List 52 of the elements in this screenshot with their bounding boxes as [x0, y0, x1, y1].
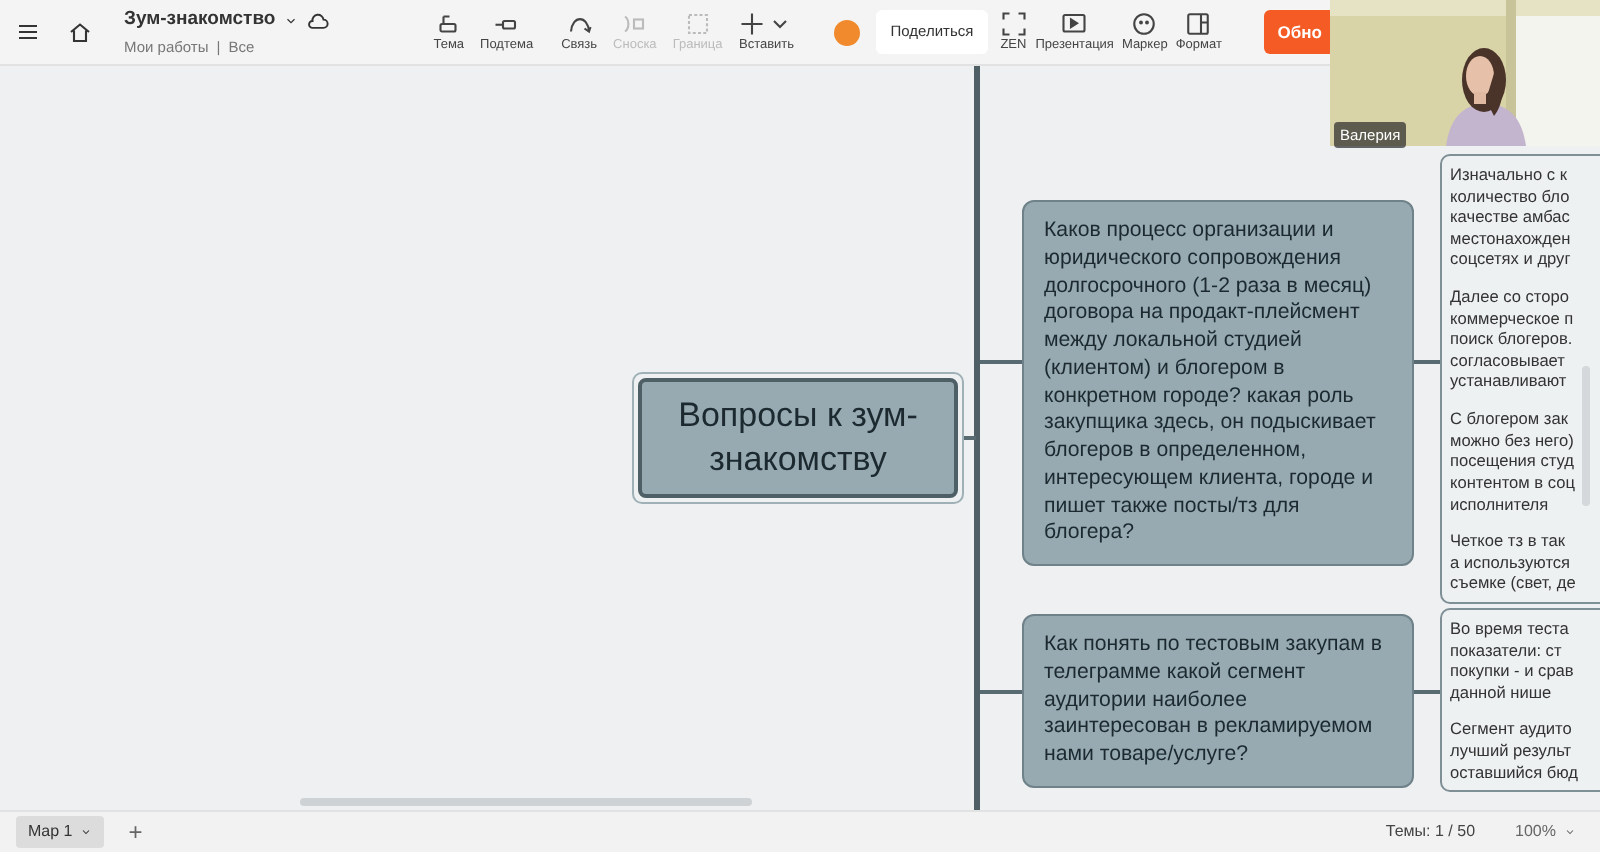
- note-text: посещения студ: [1450, 450, 1576, 472]
- caret-icon: [1564, 826, 1576, 838]
- note-text: исполнителя: [1450, 493, 1551, 515]
- cloud-icon: [305, 9, 330, 32]
- note-text: устанавливают: [1450, 370, 1569, 393]
- connector-line: [1414, 690, 1440, 694]
- note-text: соцсетях и друг: [1450, 248, 1573, 271]
- note-text: можно без него): [1450, 429, 1576, 451]
- note-text: Четкое тз в так: [1450, 530, 1567, 552]
- connector-line: [980, 360, 1022, 364]
- note-text: съемке (свет, де: [1450, 572, 1578, 594]
- note-text: поиск блогеров.: [1450, 328, 1575, 350]
- note-text: Во время теста: [1450, 618, 1571, 640]
- avatar-icon[interactable]: [834, 19, 861, 45]
- central-topic[interactable]: Вопросы к зум-знакомству: [638, 378, 958, 498]
- sheet-tab[interactable]: Map 1: [16, 816, 105, 848]
- note-text: С блогером зак: [1450, 408, 1570, 430]
- caret-icon: [80, 826, 93, 838]
- note-text: местонахожден: [1450, 227, 1573, 249]
- callout-icon: [620, 11, 649, 36]
- topic-node[interactable]: Как понять по тестовым закупам в телеграмме какой сегмент аудитории наиболее заинтересован в рекламируемом нами товаре/услуге?: [1022, 614, 1414, 788]
- note-text: а используются: [1450, 551, 1573, 573]
- zoom-dropdown[interactable]: 100%: [1507, 824, 1584, 840]
- note-text: Сегмент аудито: [1450, 718, 1574, 741]
- home-icon: [68, 20, 92, 44]
- plus-icon: [738, 11, 767, 36]
- note-text: показатели: ст: [1450, 639, 1564, 661]
- topic-node[interactable]: Каков процесс организации и юридического сопровождения долгосрочного (1-2 раза в месяц) договора на продакт-плейсмент между локальной студией (клиентом) и блогером в конкретном городе? какая роль закупщика здесь, он подыскивает блогеров в определенном, интересующем клиента, городе и пишет также посты/тз для блогера?: [1022, 200, 1414, 567]
- note-text: количество бло: [1450, 185, 1572, 207]
- smiley-icon: [1130, 11, 1159, 36]
- connector-line: [980, 690, 1022, 694]
- fullscreen-icon: [999, 11, 1028, 36]
- topic-icon: [434, 11, 463, 36]
- caret-icon: [283, 13, 298, 28]
- note-text: данной нише: [1450, 681, 1554, 703]
- connector-line: [1414, 360, 1440, 364]
- document-title: Зум-знакомство: [124, 6, 276, 35]
- add-sheet-button[interactable]: +: [120, 820, 151, 844]
- note-text: коммерческое п: [1450, 307, 1576, 329]
- topic-count: Темы: 1 / 50: [1385, 820, 1476, 844]
- note-text: Далее со сторо: [1450, 286, 1571, 308]
- note-text: покупки - и срав: [1450, 660, 1576, 682]
- note-text: качестве амбас: [1450, 206, 1572, 228]
- menu-icon: [16, 20, 40, 44]
- note-text: согласовывает: [1450, 349, 1567, 371]
- note-text: лучший результ: [1450, 740, 1574, 762]
- note-text: оставшийся бюд: [1450, 761, 1580, 783]
- note-text: Изначально с к: [1450, 164, 1569, 186]
- panel-icon: [1184, 11, 1213, 36]
- play-icon: [1060, 11, 1089, 36]
- note-text: контентом в соц: [1450, 471, 1577, 494]
- boundary-icon: [683, 11, 712, 36]
